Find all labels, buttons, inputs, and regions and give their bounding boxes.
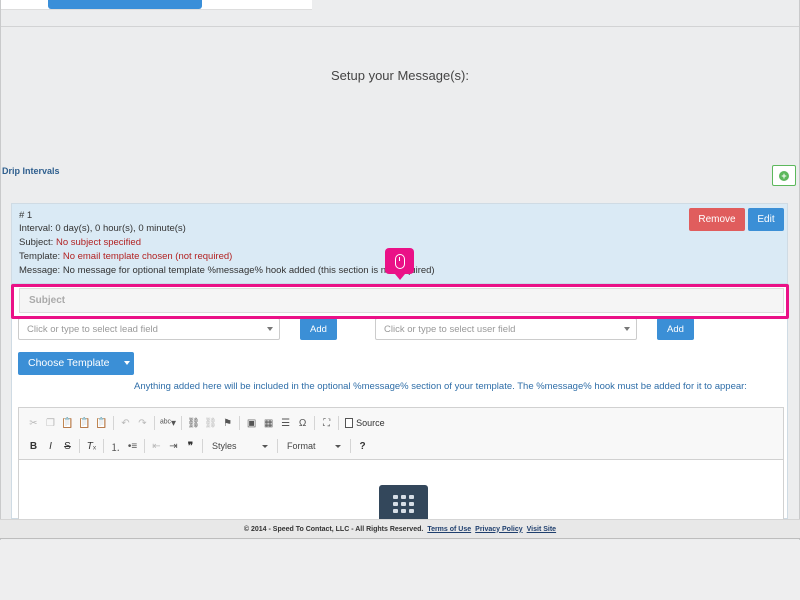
help-icon[interactable]: ?: [354, 437, 371, 455]
toolbar-separator: [113, 416, 114, 430]
editor-toolbar: ✂ ❐ 📋 📋 📋 ↶ ↷ ᵃᵇᶜ▾ ⛓ ⛓ ⚑ ▣ ▦ ☰ Ω ⛶ Sourc…: [19, 408, 783, 460]
template-help-text: Anything added here will be included in …: [134, 381, 747, 392]
horizontal-rule-icon[interactable]: ☰: [277, 414, 294, 432]
format-label: Format: [287, 441, 316, 451]
rich-text-editor[interactable]: ✂ ❐ 📋 📋 📋 ↶ ↷ ᵃᵇᶜ▾ ⛓ ⛓ ⚑ ▣ ▦ ☰ Ω ⛶ Sourc…: [18, 407, 784, 523]
interval-number: # 1: [19, 210, 33, 221]
add-lead-field-button[interactable]: Add: [300, 318, 337, 340]
chevron-down-icon: [335, 444, 341, 448]
choose-template-label: Choose Template: [28, 357, 110, 369]
terms-link[interactable]: Terms of Use: [427, 526, 471, 533]
copy-icon[interactable]: ❐: [42, 414, 59, 432]
lead-field-select[interactable]: Click or type to select lead field: [18, 318, 280, 340]
styles-label: Styles: [212, 441, 237, 451]
chevron-down-icon: [124, 361, 130, 365]
top-tab-strip: [0, 0, 312, 10]
message-summary: Message: No message for optional templat…: [19, 265, 435, 276]
add-user-field-button[interactable]: Add: [657, 318, 694, 340]
page-bottom-area: [0, 540, 800, 600]
subject-summary-label: Subject:: [19, 237, 56, 248]
numbered-list-icon[interactable]: ⒈: [107, 437, 124, 455]
grid-icon[interactable]: [379, 485, 428, 523]
toolbar-separator: [154, 416, 155, 430]
template-summary-value: No email template chosen (not required): [62, 251, 233, 262]
toolbar-row-1: ✂ ❐ 📋 📋 📋 ↶ ↷ ᵃᵇᶜ▾ ⛓ ⛓ ⚑ ▣ ▦ ☰ Ω ⛶ Sourc…: [25, 413, 388, 433]
remove-format-icon[interactable]: Tₓ: [83, 437, 100, 455]
redo-icon[interactable]: ↷: [134, 414, 151, 432]
maximize-icon[interactable]: ⛶: [318, 414, 335, 432]
undo-icon[interactable]: ↶: [117, 414, 134, 432]
toolbar-row-2: B I S Tₓ ⒈ •≡ ⇤ ⇥ ❞ Styles Format ?: [25, 436, 371, 456]
paste-word-icon[interactable]: 📋: [93, 414, 110, 432]
source-icon: [345, 418, 354, 428]
source-button[interactable]: Source: [342, 418, 388, 428]
plus-circle-icon: +: [779, 170, 789, 181]
outdent-icon[interactable]: ⇤: [148, 437, 165, 455]
paste-text-icon[interactable]: 📋: [76, 414, 93, 432]
toolbar-separator: [338, 416, 340, 430]
indent-icon[interactable]: ⇥: [165, 437, 182, 455]
unlink-icon[interactable]: ⛓: [202, 414, 219, 432]
edit-button[interactable]: Edit: [748, 208, 784, 231]
toolbar-separator: [144, 439, 145, 453]
mouse-icon: [394, 253, 405, 269]
bold-icon[interactable]: B: [25, 437, 42, 455]
blockquote-icon[interactable]: ❞: [182, 437, 199, 455]
chevron-down-icon: [262, 444, 268, 448]
add-interval-button[interactable]: +: [772, 165, 796, 186]
choose-template-button[interactable]: Choose Template: [18, 352, 134, 375]
active-tab-indicator[interactable]: [48, 0, 202, 9]
privacy-link[interactable]: Privacy Policy: [475, 526, 522, 533]
format-dropdown[interactable]: Format: [281, 438, 347, 454]
remove-button[interactable]: Remove: [689, 208, 745, 231]
table-icon[interactable]: ▦: [260, 414, 277, 432]
italic-icon[interactable]: I: [42, 437, 59, 455]
chevron-down-icon: [624, 327, 630, 331]
image-icon[interactable]: ▣: [243, 414, 260, 432]
bulleted-list-icon[interactable]: •≡: [124, 437, 141, 455]
strike-icon[interactable]: S: [59, 437, 76, 455]
setup-title: Setup your Message(s):: [330, 68, 469, 83]
toolbar-separator: [277, 439, 278, 453]
toolbar-separator: [314, 416, 316, 430]
subject-summary-value: No subject specified: [55, 237, 141, 248]
footer-copyright: © 2014 - Speed To Contact, LLC - All Rig…: [243, 525, 424, 533]
template-summary: Template: No email template chosen (not …: [19, 251, 232, 262]
drip-intervals-label: Drip Intervals: [2, 166, 60, 176]
toolbar-separator: [239, 416, 241, 430]
spellcheck-icon[interactable]: ᵃᵇᶜ▾: [158, 414, 178, 432]
chevron-down-icon: [267, 327, 273, 331]
subject-summary: Subject: No subject specified: [19, 237, 141, 248]
top-divider: [0, 26, 800, 27]
template-summary-label: Template:: [19, 251, 63, 262]
toolbar-separator: [350, 439, 351, 453]
source-label: Source: [356, 418, 385, 428]
toolbar-separator: [79, 439, 80, 453]
interval-text: Interval: 0 day(s), 0 hour(s), 0 minute(…: [19, 223, 186, 234]
mouse-cursor-marker: [385, 248, 414, 280]
cut-icon[interactable]: ✂: [25, 414, 42, 432]
styles-dropdown[interactable]: Styles: [206, 438, 274, 454]
subject-input[interactable]: Subject: [19, 288, 784, 313]
lead-field-placeholder: Click or type to select lead field: [27, 324, 158, 335]
anchor-icon[interactable]: ⚑: [219, 414, 236, 432]
toolbar-separator: [181, 416, 183, 430]
footer: © 2014 - Speed To Contact, LLC - All Rig…: [0, 519, 800, 539]
user-field-select[interactable]: Click or type to select user field: [375, 318, 637, 340]
link-icon[interactable]: ⛓: [185, 414, 202, 432]
toolbar-separator: [103, 439, 104, 453]
toolbar-separator: [202, 439, 203, 453]
special-char-icon[interactable]: Ω: [294, 414, 311, 432]
visit-site-link[interactable]: Visit Site: [527, 526, 556, 533]
user-field-placeholder: Click or type to select user field: [384, 324, 516, 335]
paste-icon[interactable]: 📋: [59, 414, 76, 432]
